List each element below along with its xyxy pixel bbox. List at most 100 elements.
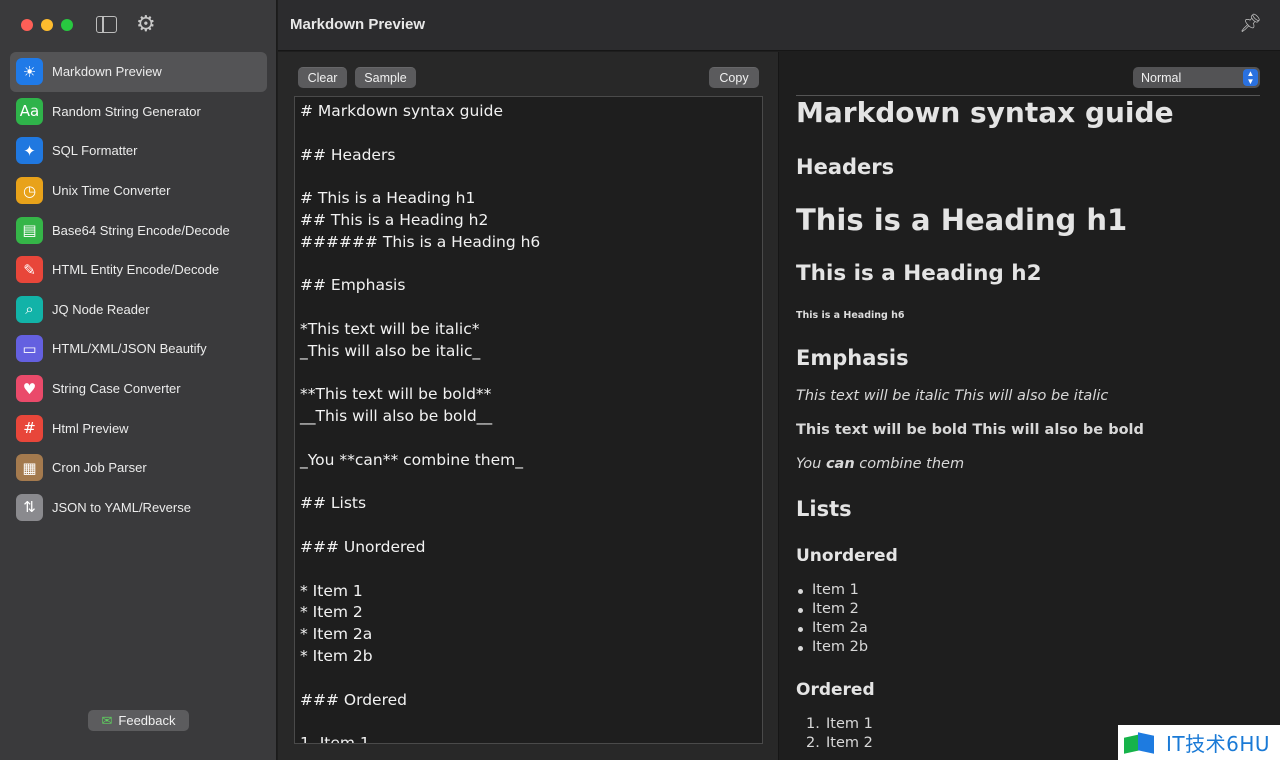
- preview-mode-value: Normal: [1141, 70, 1182, 85]
- markdown-preview: Markdown syntax guide Headers This is a …: [796, 96, 1266, 760]
- sidebar-item-unix-time-converter[interactable]: ◷ Unix Time Converter: [10, 171, 267, 211]
- timer-icon: ◷: [16, 177, 43, 205]
- swap-path-icon: ⇅: [16, 493, 43, 521]
- watermark: IT技术6HU: [1118, 725, 1280, 760]
- watermark-text: IT技术6HU: [1166, 732, 1271, 756]
- sidebar-item-random-string-generator[interactable]: Aa Random String Generator: [10, 92, 267, 132]
- sidebar-item-html-xml-json-beautify[interactable]: ▭ HTML/XML/JSON Beautify: [10, 329, 267, 369]
- sidebar-toggle-icon[interactable]: [96, 16, 117, 33]
- sidebar-item-markdown-preview[interactable]: ☀ Markdown Preview: [10, 52, 267, 92]
- preview-heading-h6: This is a Heading h6: [796, 310, 905, 321]
- sidebar-item-label: Random String Generator: [52, 103, 201, 119]
- pin-icon[interactable]: 📌︎: [1239, 13, 1262, 34]
- sidebar-item-base64-string-encode-decode[interactable]: ▤ Base64 String Encode/Decode: [10, 210, 267, 250]
- watermark-logo-icon: [1124, 730, 1160, 756]
- sidebar-item-html-entity-encode-decode[interactable]: ✎ HTML Entity Encode/Decode: [10, 250, 267, 290]
- preview-heading-h1: This is a Heading h1: [796, 203, 1128, 237]
- laptop-icon: ▭: [16, 335, 43, 363]
- sidebar-item-label: HTML/XML/JSON Beautify: [52, 341, 207, 357]
- gear-icon[interactable]: ⚙: [136, 11, 156, 37]
- feedback-button[interactable]: ✉ Feedback: [88, 710, 189, 731]
- editor-line: *This text will be italic*: [300, 319, 480, 338]
- sidebar-item-sql-formatter[interactable]: ✦ SQL Formatter: [10, 131, 267, 171]
- editor-line: _You **can** combine them_: [300, 450, 523, 469]
- sidebar-item-string-case-converter[interactable]: ♥ String Case Converter: [10, 369, 267, 409]
- editor-line: ## Headers: [300, 145, 396, 164]
- heart-icon: ♥: [16, 375, 43, 403]
- sidebar-item-label: SQL Formatter: [52, 143, 138, 159]
- editor-line: __This will also be bold__: [300, 407, 493, 426]
- list-item-number: 1.: [806, 716, 820, 732]
- list-item-text: Item 2: [812, 601, 859, 617]
- calendar-grid-icon: ▦: [16, 454, 43, 482]
- sidebar-item-label: Base64 String Encode/Decode: [52, 222, 230, 238]
- bullet-icon: [798, 589, 803, 594]
- envelope-icon: ✉: [101, 712, 113, 728]
- toolbar: Markdown Preview 📌︎: [278, 0, 1280, 51]
- preview-pane: Normal ▲ ▼ Markdown syntax guide Headers …: [780, 52, 1280, 760]
- bullet-icon: [798, 608, 803, 613]
- preview-h2-headers: Headers: [796, 155, 895, 179]
- preview-h3-unordered: Unordered: [796, 546, 898, 566]
- list-item: Item 1: [826, 716, 873, 732]
- list-item: Item 2b: [798, 639, 869, 655]
- sidebar: ⚙ ☀ Markdown Preview Aa Random String Gener…: [0, 0, 277, 760]
- sample-button[interactable]: Sample: [355, 67, 416, 88]
- magnifier-icon: ⌕: [16, 295, 43, 323]
- preview-italic-text: This text will be italic This will also …: [796, 388, 1109, 404]
- sidebar-item-label: Html Preview: [52, 420, 129, 436]
- editor-pane: Clear Sample Copy # Markdown syntax guid…: [278, 52, 779, 760]
- editor-line: ### Unordered: [300, 537, 426, 556]
- sun-icon: ☀: [16, 58, 43, 86]
- sidebar-item-html-preview[interactable]: # Html Preview: [10, 408, 267, 448]
- markdown-editor[interactable]: # Markdown syntax guide ## Headers # This …: [294, 96, 763, 744]
- preview-heading-h2: This is a Heading h2: [796, 261, 1042, 286]
- sidebar-item-cron-job-parser[interactable]: ▦ Cron Job Parser: [10, 448, 267, 488]
- preview-mode-select[interactable]: Normal ▲ ▼: [1133, 67, 1260, 88]
- list-item-number: 2.: [806, 735, 820, 751]
- minimize-window-button[interactable]: [41, 19, 53, 31]
- editor-line: ## Lists: [300, 494, 367, 513]
- combined-part: combine them: [854, 456, 965, 472]
- editor-line: **This text will be bold**: [300, 385, 492, 404]
- bullet-icon: [798, 646, 803, 651]
- editor-line: ### Ordered: [300, 690, 407, 709]
- list-item-text: Item 2a: [812, 620, 868, 636]
- feather-icon: ✎: [16, 256, 43, 284]
- list-item: Item 2: [798, 601, 859, 617]
- zoom-window-button[interactable]: [61, 19, 73, 31]
- hash-icon: #: [16, 414, 43, 442]
- editor-line: ###### This is a Heading h6: [300, 232, 541, 251]
- combined-part: You: [796, 456, 826, 472]
- list-item-text: Item 1: [812, 582, 859, 598]
- sidebar-item-jq-node-reader[interactable]: ⌕ JQ Node Reader: [10, 290, 267, 330]
- editor-line: ## This is a Heading h2: [300, 210, 489, 229]
- sidebar-item-label: String Case Converter: [52, 381, 181, 397]
- preview-h2-lists: Lists: [796, 497, 852, 521]
- sidebar-item-label: Markdown Preview: [52, 64, 162, 80]
- editor-line: _This will also be italic_: [300, 341, 481, 360]
- editor-line: ## Emphasis: [300, 276, 406, 295]
- list-item: Item 2: [826, 735, 873, 751]
- sidebar-item-label: JQ Node Reader: [52, 301, 150, 317]
- clear-button[interactable]: Clear: [298, 67, 347, 88]
- close-window-button[interactable]: [21, 19, 33, 31]
- editor-line: # Markdown syntax guide: [300, 102, 503, 120]
- editor-line: * Item 1: [300, 581, 363, 600]
- page-title: Markdown Preview: [290, 16, 426, 33]
- sidebar-nav: ☀ Markdown Preview Aa Random String Generat…: [10, 52, 267, 527]
- list-item-text: Item 2b: [812, 639, 869, 655]
- sidebar-item-json-to-yaml-reverse[interactable]: ⇅ JSON to YAML/Reverse: [10, 488, 267, 528]
- sidebar-item-label: HTML Entity Encode/Decode: [52, 262, 220, 278]
- preview-bold-text: This text will be bold This will also be…: [796, 422, 1144, 438]
- copy-button[interactable]: Copy: [709, 67, 759, 88]
- list-item: Item 2a: [798, 620, 868, 636]
- window-controls: [21, 19, 73, 31]
- editor-line: * Item 2b: [300, 646, 373, 665]
